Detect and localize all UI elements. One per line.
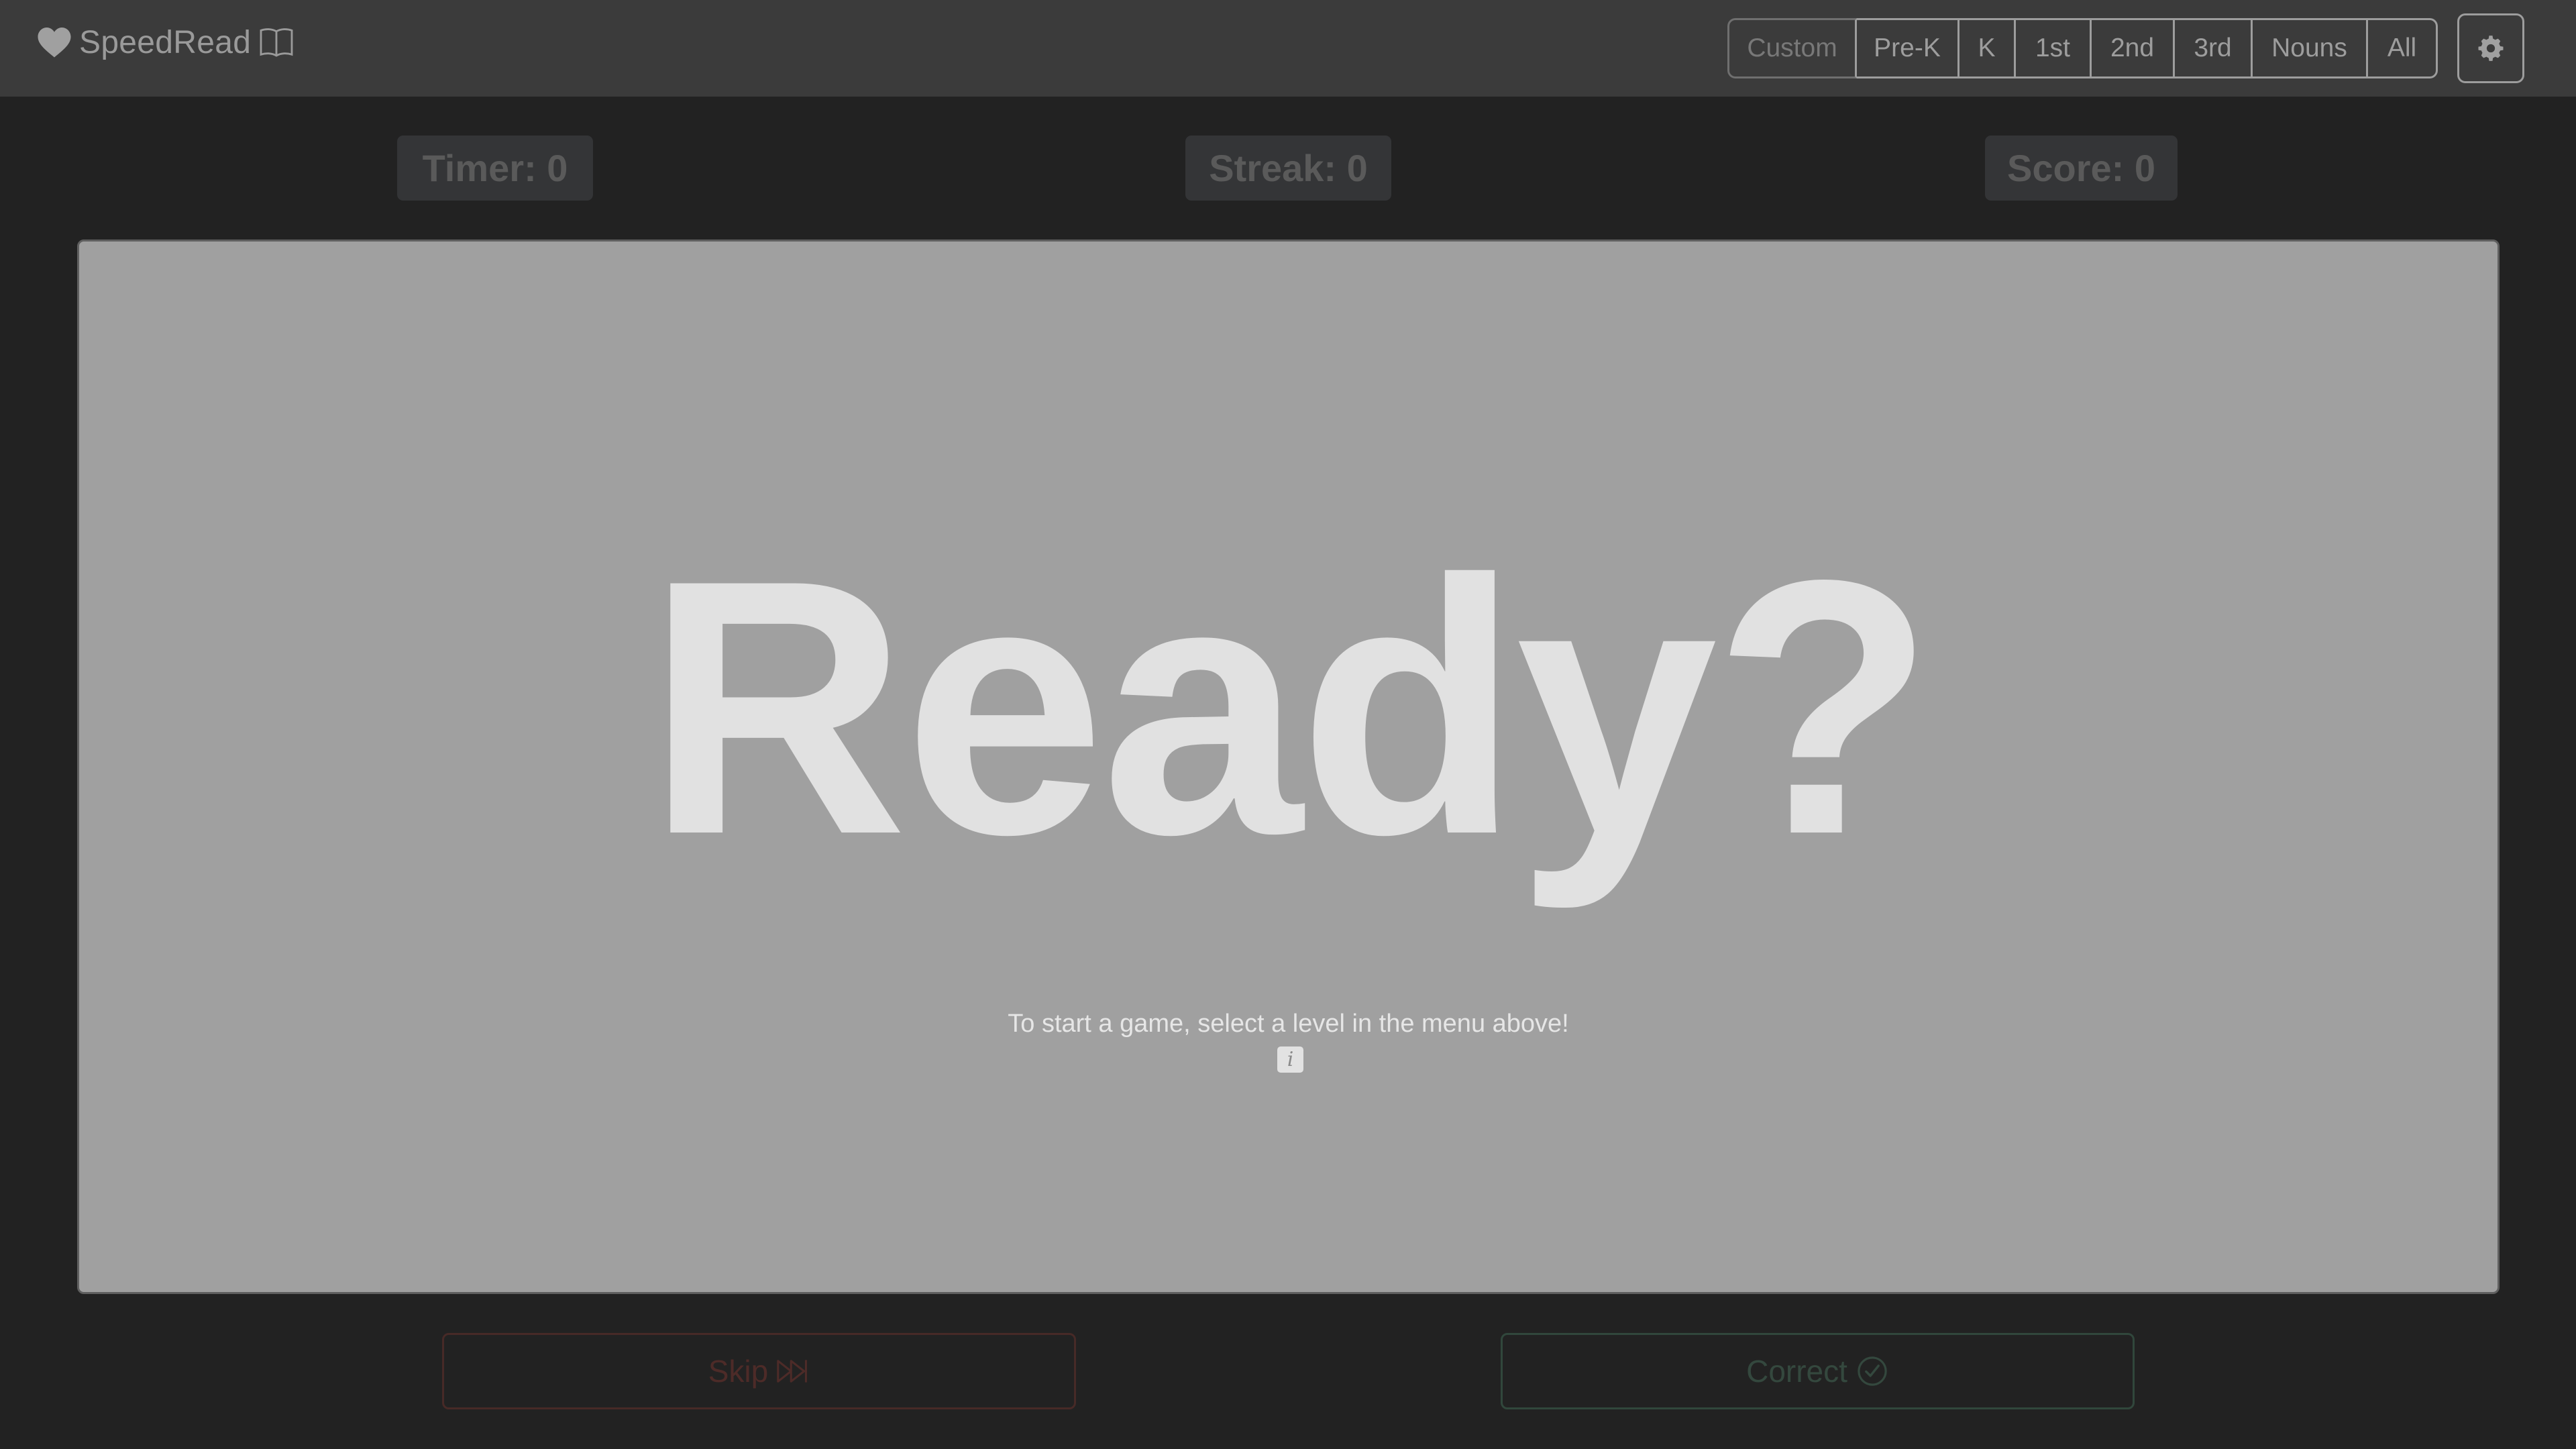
level-button-1st[interactable]: 1st [2016,18,2092,78]
level-button-3rd[interactable]: 3rd [2175,18,2253,78]
correct-label: Correct [1746,1354,1847,1389]
level-button-nouns[interactable]: Nouns [2253,18,2368,78]
skip-label: Skip [708,1354,769,1389]
correct-button[interactable]: Correct [1501,1333,2135,1409]
level-button-all[interactable]: All [2368,18,2438,78]
skip-forward-icon [777,1360,808,1383]
level-button-pre-k[interactable]: Pre-K [1857,18,1960,78]
current-word: Ready? [646,505,1935,910]
skip-button[interactable]: Skip [442,1333,1076,1409]
brand-name: SpeedRead [79,25,252,60]
book-icon [260,28,293,57]
heart-icon [38,28,71,58]
level-button-custom[interactable]: Custom [1727,18,1857,78]
instructions-text: To start a game, select a level in the m… [1008,1010,1569,1038]
timer-badge: Timer: 0 [397,136,593,201]
info-icon[interactable]: i [1277,1046,1303,1073]
word-card: Ready? To start a game, select a level i… [77,239,2500,1294]
navbar: SpeedRead Custom Pre-K K 1st 2nd 3rd Nou… [0,0,2576,97]
streak-badge: Streak: 0 [1185,136,1391,201]
level-selector: Custom Pre-K K 1st 2nd 3rd Nouns All [1727,18,2438,78]
settings-button[interactable] [2457,13,2524,83]
level-button-2nd[interactable]: 2nd [2092,18,2175,78]
check-circle-icon [1858,1356,1887,1386]
gear-icon [2478,36,2504,61]
brand[interactable]: SpeedRead [38,24,294,62]
score-badge: Score: 0 [1985,136,2178,201]
level-button-k[interactable]: K [1960,18,2016,78]
